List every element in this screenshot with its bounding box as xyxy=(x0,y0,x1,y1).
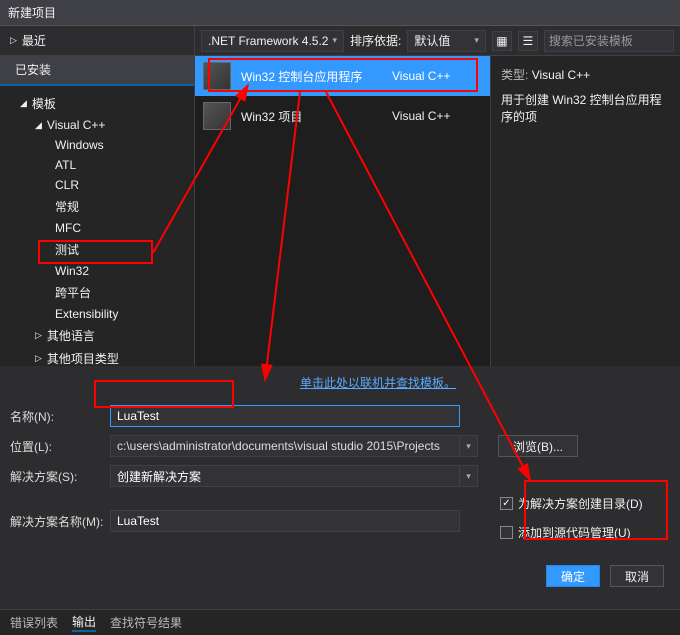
nav-other-lang[interactable]: ▷其他语言 xyxy=(0,324,194,347)
solution-label: 解决方案(S): xyxy=(10,468,110,485)
window-title: 新建项目 xyxy=(8,4,56,21)
project-icon xyxy=(203,102,231,130)
add-source-control-checkbox[interactable]: 添加到源代码管理(U) xyxy=(500,524,643,541)
detail-pane: 类型: Visual C++ 用于创建 Win32 控制台应用程序的项 xyxy=(490,56,680,366)
nav-win32[interactable]: Win32 xyxy=(0,261,194,281)
nav-other-proj[interactable]: ▷其他项目类型 xyxy=(0,347,194,366)
template-area: Win32 控制台应用程序 Visual C++ Win32 项目 Visual… xyxy=(195,56,680,366)
solution-combo[interactable]: 创建新解决方案 xyxy=(110,465,460,487)
nav-general[interactable]: 常规 xyxy=(0,195,194,218)
type-value: Visual C++ xyxy=(532,68,590,82)
solution-dropdown-icon[interactable]: ▾ xyxy=(460,465,478,487)
view-small-icon[interactable]: ▦ xyxy=(492,31,512,51)
tab-error-list[interactable]: 错误列表 xyxy=(10,614,58,631)
sort-label: 排序依据: xyxy=(350,32,401,49)
browse-button[interactable]: 浏览(B)... xyxy=(498,435,578,457)
search-input[interactable]: 搜索已安装模板 xyxy=(544,30,674,52)
nav-installed[interactable]: 已安装 xyxy=(0,55,194,86)
online-search-link[interactable]: 单击此处以联机并查找模板。 xyxy=(300,376,456,390)
solution-name-label: 解决方案名称(M): xyxy=(10,513,110,530)
nav-templates[interactable]: ◢模板 xyxy=(0,92,194,115)
solution-name-input[interactable]: LuaTest xyxy=(110,510,460,532)
checkbox-icon xyxy=(500,497,513,510)
checkbox-icon xyxy=(500,526,513,539)
template-lang: Visual C++ xyxy=(392,109,482,123)
template-name: Win32 项目 xyxy=(241,108,382,125)
toolbar: .NET Framework 4.5.2▾ 排序依据: 默认值▾ ▦ ☰ 搜索已… xyxy=(195,26,680,56)
nav-clr[interactable]: CLR xyxy=(0,175,194,195)
nav-test[interactable]: 测试 xyxy=(0,238,194,261)
nav-atl[interactable]: ATL xyxy=(0,155,194,175)
template-list: Win32 控制台应用程序 Visual C++ Win32 项目 Visual… xyxy=(195,56,490,366)
nav-recent[interactable]: ▷最近 xyxy=(0,26,194,55)
tab-find-symbol[interactable]: 查找符号结果 xyxy=(110,614,182,631)
dialog-buttons: 确定 取消 xyxy=(10,555,670,599)
titlebar: 新建项目 xyxy=(0,0,680,26)
online-link-row: 单击此处以联机并查找模板。 xyxy=(0,366,680,399)
left-nav: ▷最近 已安装 ◢模板 ◢Visual C++ Windows ATL CLR … xyxy=(0,26,195,366)
cancel-button[interactable]: 取消 xyxy=(610,565,664,587)
template-win32-console[interactable]: Win32 控制台应用程序 Visual C++ xyxy=(195,56,490,96)
nav-crossplat[interactable]: 跨平台 xyxy=(0,281,194,304)
tab-output[interactable]: 输出 xyxy=(72,613,96,632)
form-area: 名称(N): 位置(L): c:\users\administrator\doc… xyxy=(0,399,680,609)
project-icon xyxy=(203,62,231,90)
template-win32-project[interactable]: Win32 项目 Visual C++ xyxy=(195,96,490,136)
nav-extensibility[interactable]: Extensibility xyxy=(0,304,194,324)
name-label: 名称(N): xyxy=(10,408,110,425)
nav-visual-cpp[interactable]: ◢Visual C++ xyxy=(0,115,194,135)
right-pane: .NET Framework 4.5.2▾ 排序依据: 默认值▾ ▦ ☰ 搜索已… xyxy=(195,26,680,366)
ok-button[interactable]: 确定 xyxy=(546,565,600,587)
nav-windows[interactable]: Windows xyxy=(0,135,194,155)
template-lang: Visual C++ xyxy=(392,69,482,83)
view-medium-icon[interactable]: ☰ xyxy=(518,31,538,51)
statusbar: 错误列表 输出 查找符号结果 xyxy=(0,609,680,635)
create-dir-checkbox[interactable]: 为解决方案创建目录(D) xyxy=(500,495,643,512)
type-label: 类型: xyxy=(501,68,528,82)
detail-desc: 用于创建 Win32 控制台应用程序的项 xyxy=(501,91,670,125)
name-input[interactable] xyxy=(110,405,460,427)
location-label: 位置(L): xyxy=(10,438,110,455)
sort-combo[interactable]: 默认值▾ xyxy=(407,30,486,52)
location-dropdown-icon[interactable]: ▾ xyxy=(460,435,478,457)
template-name: Win32 控制台应用程序 xyxy=(241,68,382,85)
framework-combo[interactable]: .NET Framework 4.5.2▾ xyxy=(201,30,344,52)
nav-mfc[interactable]: MFC xyxy=(0,218,194,238)
content: ▷最近 已安装 ◢模板 ◢Visual C++ Windows ATL CLR … xyxy=(0,26,680,366)
location-input[interactable]: c:\users\administrator\documents\visual … xyxy=(110,435,460,457)
